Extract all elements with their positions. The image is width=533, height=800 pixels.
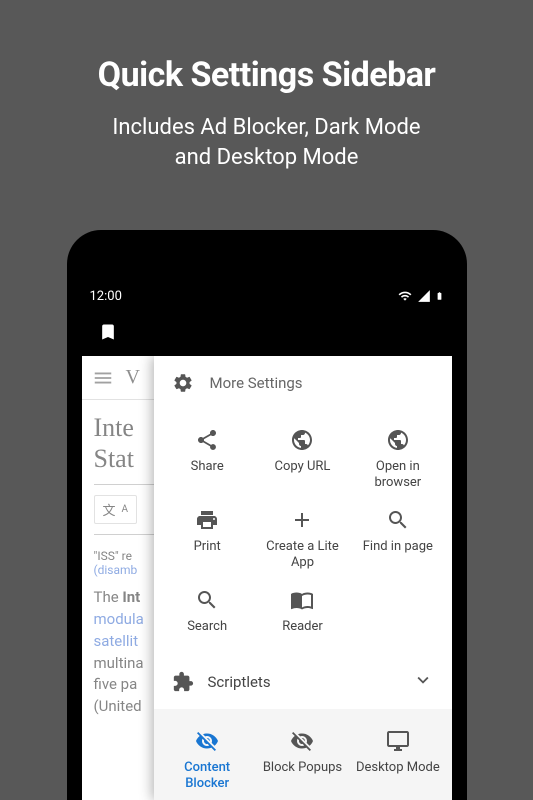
content-blocker-button[interactable]: Content Blocker — [160, 723, 255, 797]
content-area: V InteStat 文A "ISS" re (disamb The Int — [82, 356, 452, 800]
wifi-icon — [397, 289, 413, 303]
create-lite-app-button[interactable]: Create a Lite App — [255, 502, 350, 576]
search-button[interactable]: Search — [160, 582, 255, 641]
promo-subtitle: Includes Ad Blocker, Dark Modeand Deskto… — [0, 95, 533, 172]
block-popups-label: Block Popups — [263, 760, 342, 776]
phone-screen: 12:00 V InteStat 文A — [82, 284, 452, 800]
print-button[interactable]: Print — [160, 502, 255, 576]
print-label: Print — [194, 539, 221, 555]
plus-icon — [290, 508, 314, 532]
translate-button[interactable]: 文A — [94, 495, 138, 524]
scriptlets-row[interactable]: Scriptlets — [154, 655, 452, 709]
status-time: 12:00 — [90, 289, 122, 304]
promo-title: Quick Settings Sidebar — [0, 0, 533, 95]
create-lite-app-label: Create a Lite App — [257, 539, 348, 570]
desktop-icon — [386, 729, 410, 753]
copy-url-button[interactable]: Copy URL — [255, 422, 350, 496]
eye-off-icon — [290, 729, 314, 753]
settings-grid-2: Content Blocker Block Popups Desktop Mod… — [154, 709, 452, 800]
print-icon — [195, 508, 219, 532]
wiki-logo-text: V — [126, 366, 140, 389]
find-in-page-label: Find in page — [363, 539, 433, 555]
content-blocker-label: Content Blocker — [162, 760, 253, 791]
globe-icon — [290, 428, 314, 452]
book-icon — [290, 588, 314, 612]
settings-sidebar: More Settings Share Copy URL Open in bro… — [154, 356, 452, 800]
gear-icon — [172, 372, 194, 394]
copy-url-label: Copy URL — [275, 459, 331, 475]
status-bar: 12:00 — [82, 284, 452, 308]
desktop-mode-label: Desktop Mode — [356, 760, 440, 776]
reader-button[interactable]: Reader — [255, 582, 350, 641]
puzzle-icon — [172, 671, 194, 693]
signal-icon — [417, 289, 431, 303]
menu-icon[interactable] — [92, 367, 114, 389]
share-button[interactable]: Share — [160, 422, 255, 496]
block-popups-button[interactable]: Block Popups — [255, 723, 350, 797]
status-icons — [397, 289, 444, 303]
search-icon — [195, 588, 219, 612]
share-icon — [195, 428, 219, 452]
more-settings-row[interactable]: More Settings — [154, 356, 452, 408]
reader-label: Reader — [282, 619, 323, 635]
desktop-mode-button[interactable]: Desktop Mode — [350, 723, 445, 797]
bookmark-icon[interactable] — [98, 322, 118, 342]
app-bar — [82, 308, 452, 356]
open-in-browser-label: Open in browser — [352, 459, 443, 490]
scriptlets-label: Scriptlets — [208, 673, 398, 691]
search-icon — [386, 508, 410, 532]
find-in-page-button[interactable]: Find in page — [350, 502, 445, 576]
search-label: Search — [187, 619, 227, 635]
share-label: Share — [191, 459, 224, 475]
settings-grid-1: Share Copy URL Open in browser Print — [154, 408, 452, 655]
globe-icon — [386, 428, 410, 452]
open-in-browser-button[interactable]: Open in browser — [350, 422, 445, 496]
eye-off-icon — [195, 729, 219, 753]
phone-frame: 12:00 V InteStat 文A — [67, 230, 467, 800]
chevron-down-icon — [412, 669, 434, 695]
more-settings-label: More Settings — [210, 374, 303, 392]
battery-icon — [435, 289, 444, 303]
